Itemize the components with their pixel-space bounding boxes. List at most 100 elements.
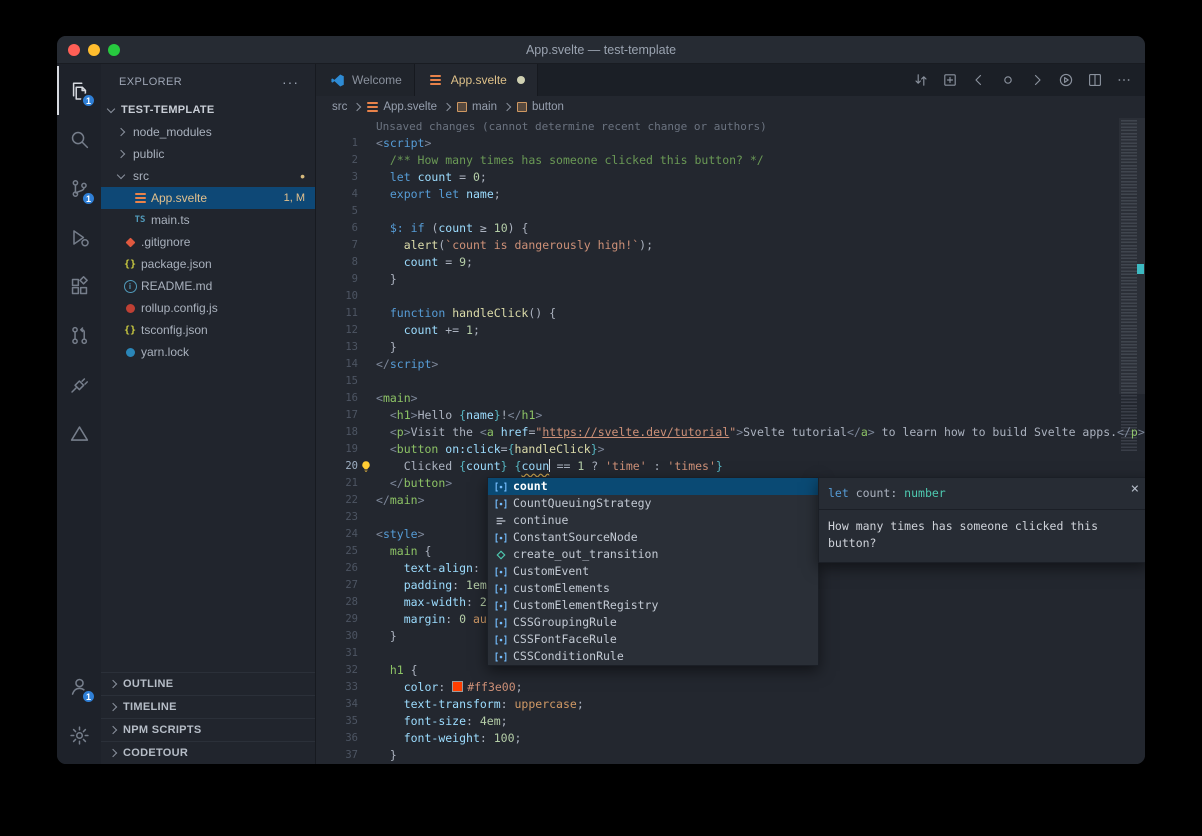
tree-item-node-modules[interactable]: node_modules (101, 121, 315, 143)
breadcrumb-item-app-svelte[interactable]: App.svelte (367, 101, 437, 113)
activity-item-explorer[interactable]: 1 (57, 66, 101, 115)
suggest-item-cssgroupingrule[interactable]: CSSGroupingRule (488, 614, 818, 631)
suggest-item-count[interactable]: count (488, 478, 818, 495)
code-line-15[interactable]: 15 (316, 373, 1145, 390)
toggle-blame-button[interactable] (994, 67, 1021, 94)
tree-item-app-svelte[interactable]: App.svelte1, M (101, 187, 315, 209)
code-line-6[interactable]: 6 $: if (count ≥ 10) { (316, 220, 1145, 237)
tree-item-tsconfig-json[interactable]: {}tsconfig.json (101, 319, 315, 341)
line-content: <script> (376, 135, 1145, 152)
next-change-button[interactable] (1023, 67, 1050, 94)
color-swatch[interactable] (452, 681, 463, 692)
suggest-label: continue (513, 512, 568, 529)
tree-item--gitignore[interactable]: .gitignore (101, 231, 315, 253)
activity-item-run-debug[interactable] (57, 213, 101, 262)
open-changes-button[interactable] (936, 67, 963, 94)
code-line-35[interactable]: 35 font-size: 4em; (316, 713, 1145, 730)
code-line-11[interactable]: 11 function handleClick() { (316, 305, 1145, 322)
line-number: 27 (316, 577, 376, 594)
tree-item-readme-md[interactable]: iREADME.md (101, 275, 315, 297)
code-line-2[interactable]: 2 /** How many times has someone clicked… (316, 152, 1145, 169)
suggest-item-continue[interactable]: continue (488, 512, 818, 529)
more-actions-button[interactable] (1110, 67, 1137, 94)
code-line-5[interactable]: 5 (316, 203, 1145, 220)
explorer-more-actions-button[interactable]: ··· (282, 74, 299, 90)
breadcrumb-item-src[interactable]: src (332, 101, 347, 113)
compare-changes-button[interactable] (907, 67, 934, 94)
code-editor[interactable]: Unsaved changes (cannot determine recent… (316, 118, 1145, 764)
tree-item-main-ts[interactable]: TSmain.ts (101, 209, 315, 231)
activity-item-remote[interactable] (57, 360, 101, 409)
tree-item-src[interactable]: src• (101, 165, 315, 187)
section-timeline[interactable]: TIMELINE (101, 695, 315, 718)
minimap-slider[interactable] (1119, 118, 1145, 394)
previous-change-button[interactable] (965, 67, 992, 94)
activity-item-settings[interactable] (57, 711, 101, 760)
activity-item-extensions[interactable] (57, 262, 101, 311)
code-line-12[interactable]: 12 count += 1; (316, 322, 1145, 339)
tree-item-yarn-lock[interactable]: yarn.lock (101, 341, 315, 363)
split-editor-button[interactable] (1081, 67, 1108, 94)
suggest-item-cssfontfacerule[interactable]: CSSFontFaceRule (488, 631, 818, 648)
activity-item-codetour[interactable] (57, 409, 101, 458)
code-line-33[interactable]: 33 color: #ff3e00; (316, 679, 1145, 696)
activity-item-search[interactable] (57, 115, 101, 164)
code-line-8[interactable]: 8 count = 9; (316, 254, 1145, 271)
close-icon[interactable]: × (1131, 482, 1139, 496)
activity-item-source-control[interactable]: 1 (57, 164, 101, 213)
code-line-16[interactable]: 16<main> (316, 390, 1145, 407)
line-number: 24 (316, 526, 376, 543)
tree-item-rollup-config-js[interactable]: rollup.config.js (101, 297, 315, 319)
tree-item-public[interactable]: public (101, 143, 315, 165)
suggest-item-create-out-transition[interactable]: create_out_transition (488, 546, 818, 563)
tab-app-svelte[interactable]: App.svelte (415, 64, 538, 96)
git-icon (121, 239, 139, 246)
suggest-item-customelementregistry[interactable]: CustomElementRegistry (488, 597, 818, 614)
code-line-1[interactable]: 1<script> (316, 135, 1145, 152)
tab-welcome[interactable]: Welcome (316, 64, 415, 96)
code-line-18[interactable]: 18 <p>Visit the <a href="https://svelte.… (316, 424, 1145, 441)
dirty-indicator[interactable] (517, 76, 525, 84)
yarn-icon (121, 348, 139, 357)
section-codetour[interactable]: CODETOUR (101, 741, 315, 764)
suggest-item-customevent[interactable]: CustomEvent (488, 563, 818, 580)
code-line-14[interactable]: 14</script> (316, 356, 1145, 373)
suggest-item-countqueuingstrategy[interactable]: CountQueuingStrategy (488, 495, 818, 512)
suggest-item-customelements[interactable]: customElements (488, 580, 818, 597)
run-file-button[interactable] (1052, 67, 1079, 94)
variable-kind-icon (493, 582, 508, 596)
line-content: <h1>Hello {name}!</h1> (376, 407, 1145, 424)
title-bar[interactable]: App.svelte — test-template (57, 36, 1145, 64)
code-line-7[interactable]: 7 alert(`count is dangerously high!`); (316, 237, 1145, 254)
code-line-36[interactable]: 36 font-weight: 100; (316, 730, 1145, 747)
code-line-37[interactable]: 37 } (316, 747, 1145, 764)
minimize-window-button[interactable] (88, 44, 100, 56)
breadcrumb-item-main[interactable]: main (457, 101, 497, 113)
code-line-3[interactable]: 3 let count = 0; (316, 169, 1145, 186)
pull-request-icon (69, 325, 90, 346)
activity-item-account[interactable]: 1 (57, 662, 101, 711)
code-line-13[interactable]: 13 } (316, 339, 1145, 356)
section-outline[interactable]: OUTLINE (101, 672, 315, 695)
code-line-9[interactable]: 9 } (316, 271, 1145, 288)
tree-item-package-json[interactable]: {}package.json (101, 253, 315, 275)
code-line-4[interactable]: 4 export let name; (316, 186, 1145, 203)
search-icon (69, 129, 90, 150)
code-line-34[interactable]: 34 text-transform: uppercase; (316, 696, 1145, 713)
close-window-button[interactable] (68, 44, 80, 56)
suggest-label: create_out_transition (513, 546, 658, 563)
line-content: alert(`count is dangerously high!`); (376, 237, 1145, 254)
line-number: 22 (316, 492, 376, 509)
suggest-item-constantsourcenode[interactable]: ConstantSourceNode (488, 529, 818, 546)
suggest-item-cssconditionrule[interactable]: CSSConditionRule (488, 648, 818, 665)
activity-item-pull-requests[interactable] (57, 311, 101, 360)
breadcrumb-item-button[interactable]: button (517, 101, 564, 113)
zoom-window-button[interactable] (108, 44, 120, 56)
code-line-10[interactable]: 10 (316, 288, 1145, 305)
code-line-19[interactable]: 19 <button on:click={handleClick}> (316, 441, 1145, 458)
section-npm-scripts[interactable]: NPM SCRIPTS (101, 718, 315, 741)
code-line-20[interactable]: 20 Clicked {count} {coun == 1 ? 'time' :… (316, 458, 1145, 475)
code-line-17[interactable]: 17 <h1>Hello {name}!</h1> (316, 407, 1145, 424)
chevron-right-icon (117, 128, 125, 136)
tree-root-test-template[interactable]: TEST-TEMPLATE (101, 99, 315, 121)
